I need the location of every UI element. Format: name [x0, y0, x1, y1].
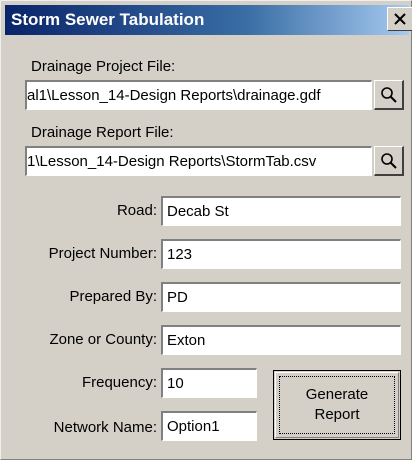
close-icon — [394, 13, 406, 25]
drainage-report-label: Drainage Report File: — [31, 124, 174, 141]
road-value: Decab St — [167, 203, 229, 220]
prepared-by-value: PD — [167, 289, 188, 306]
drainage-project-label: Drainage Project File: — [31, 58, 176, 75]
zone-county-value: Exton — [167, 332, 206, 349]
prepared-by-label: Prepared By: — [69, 288, 157, 305]
network-name-input[interactable]: Option1 — [161, 411, 257, 441]
network-name-label: Network Name: — [53, 419, 157, 436]
road-label: Road: — [116, 202, 157, 219]
zone-county-label: Zone or County: — [49, 331, 157, 348]
zone-county-input[interactable]: Exton — [161, 325, 401, 355]
search-icon — [380, 152, 397, 169]
generate-report-focus: Generate Report — [279, 376, 395, 434]
close-button[interactable] — [387, 7, 412, 31]
project-number-input[interactable]: 123 — [161, 239, 401, 269]
window-title: Storm Sewer Tabulation — [11, 10, 205, 29]
dialog-window: Storm Sewer Tabulation Drainage Project … — [0, 0, 412, 460]
drainage-report-browse-button[interactable] — [374, 146, 404, 176]
generate-report-button[interactable]: Generate Report — [273, 370, 401, 440]
network-name-value: Option1 — [167, 418, 220, 435]
frequency-input[interactable]: 10 — [161, 368, 257, 398]
drainage-project-value: al1\Lesson_14-Design Reports\drainage.gd… — [27, 87, 321, 104]
project-number-value: 123 — [167, 246, 193, 263]
drainage-project-browse-button[interactable] — [374, 80, 404, 110]
project-number-label: Project Number: — [48, 245, 157, 262]
drainage-report-input[interactable]: 1\Lesson_14-Design Reports\StormTab.csv — [25, 146, 372, 176]
road-input[interactable]: Decab St — [161, 196, 401, 226]
prepared-by-input[interactable]: PD — [161, 282, 401, 312]
frequency-value: 10 — [167, 375, 184, 392]
generate-report-line2: Report — [314, 406, 360, 423]
drainage-project-input[interactable]: al1\Lesson_14-Design Reports\drainage.gd… — [25, 80, 372, 110]
drainage-report-value: 1\Lesson_14-Design Reports\StormTab.csv — [27, 153, 317, 170]
search-icon — [380, 86, 397, 103]
title-bar[interactable]: Storm Sewer Tabulation — [5, 5, 412, 35]
generate-report-line1: Generate — [305, 386, 369, 403]
frequency-label: Frequency: — [81, 374, 157, 391]
